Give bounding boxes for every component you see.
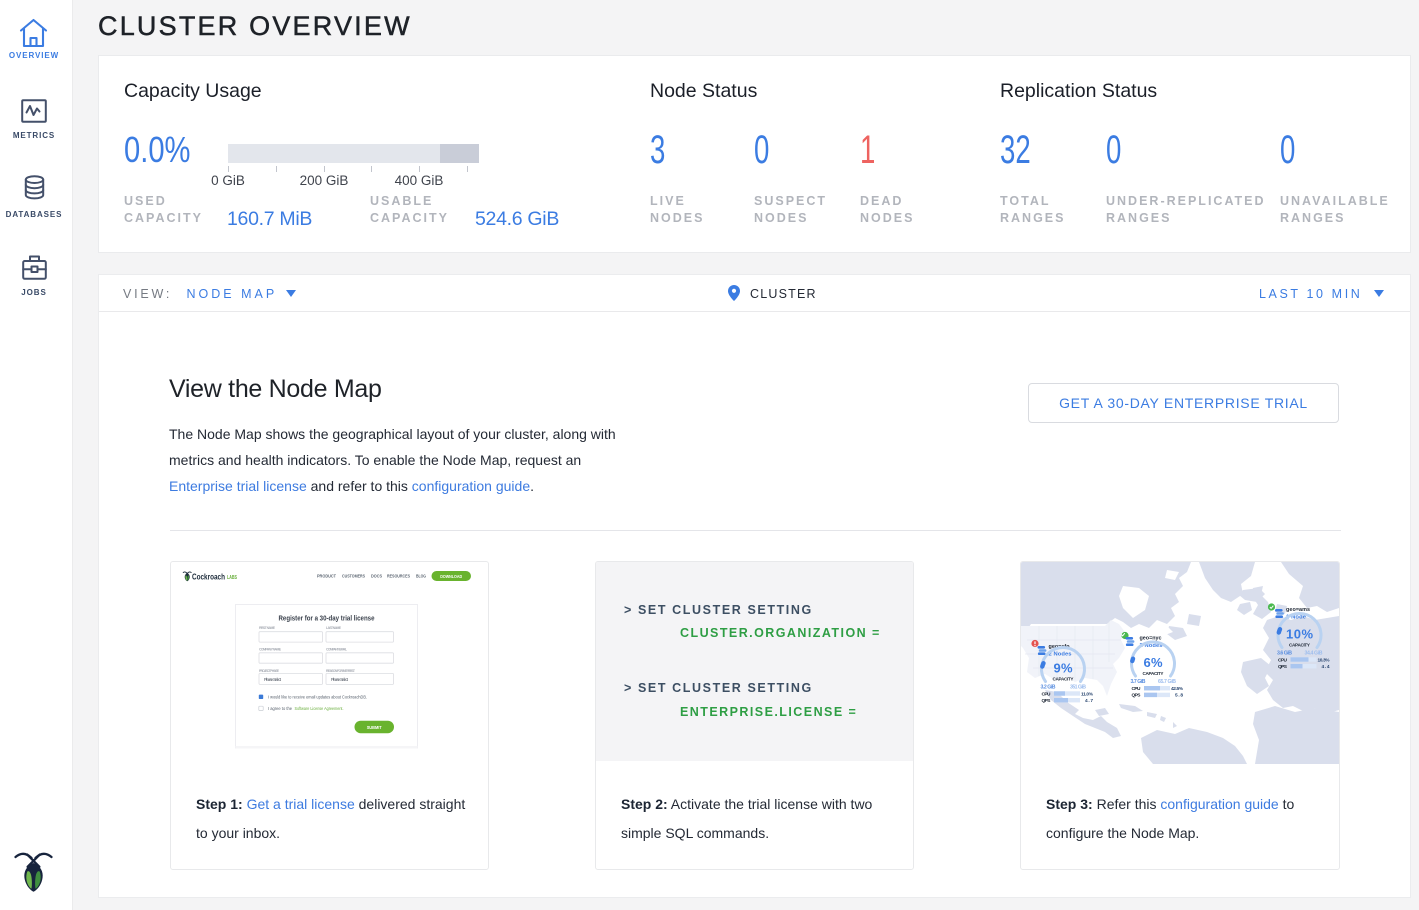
- svg-text:2 Nodes: 2 Nodes: [1049, 652, 1072, 658]
- svg-text:6%: 6%: [1144, 655, 1163, 670]
- svg-text:Software License Agreement.: Software License Agreement.: [295, 706, 344, 711]
- svg-text:3.6 GiB: 3.6 GiB: [1277, 651, 1292, 657]
- svg-text:5.8: 5.8: [1175, 693, 1183, 699]
- svg-text:COMPANY NAME: COMPANY NAME: [259, 647, 282, 651]
- svg-text:351 GiB: 351 GiB: [1070, 685, 1086, 691]
- svg-text:QPS: QPS: [1132, 693, 1142, 699]
- svg-text:BLOG: BLOG: [416, 574, 426, 579]
- svg-text:CPU: CPU: [1132, 686, 1142, 692]
- svg-text:RESOURCES: RESOURCES: [387, 574, 410, 579]
- svg-text:CUSTOMERS: CUSTOMERS: [342, 574, 365, 579]
- svg-text:QPS: QPS: [1278, 664, 1288, 670]
- svg-text:COMPANY EMAIL: COMPANY EMAIL: [326, 647, 347, 651]
- svg-text:CAPACITY: CAPACITY: [1289, 643, 1310, 648]
- svg-text:Cockroach: Cockroach: [192, 572, 225, 581]
- svg-text:10.3%: 10.3%: [1318, 657, 1331, 663]
- svg-text:Please Select: Please Select: [331, 677, 349, 682]
- svg-text:CPU: CPU: [1278, 657, 1288, 663]
- svg-text:CAPACITY: CAPACITY: [1143, 671, 1164, 676]
- svg-text:QPS: QPS: [1042, 698, 1052, 704]
- svg-text:REASON FOR INTEREST: REASON FOR INTEREST: [326, 669, 356, 673]
- svg-text:CAPACITY: CAPACITY: [1053, 677, 1074, 682]
- svg-text:Please Select: Please Select: [264, 677, 282, 682]
- svg-text:11.0%: 11.0%: [1081, 691, 1094, 697]
- svg-text:4.4: 4.4: [1322, 664, 1330, 670]
- svg-text:LAST NAME: LAST NAME: [326, 626, 342, 630]
- svg-text:9%: 9%: [1054, 661, 1073, 676]
- svg-text:CPU: CPU: [1042, 691, 1052, 697]
- svg-text:Register for a 30-day trial li: Register for a 30-day trial license: [279, 614, 375, 623]
- svg-text:FIRST NAME: FIRST NAME: [259, 626, 276, 630]
- svg-text:10%: 10%: [1286, 627, 1313, 642]
- svg-text:34.4 GiB: 34.4 GiB: [1305, 651, 1323, 657]
- svg-text:4.7: 4.7: [1085, 698, 1093, 704]
- svg-text:3.7 GiB: 3.7 GiB: [1131, 679, 1146, 685]
- svg-text:DOCS: DOCS: [371, 574, 382, 579]
- svg-text:65.7 GiB: 65.7 GiB: [1158, 679, 1176, 685]
- svg-text:PRODUCT: PRODUCT: [317, 574, 336, 579]
- svg-text:DOWNLOAD: DOWNLOAD: [440, 574, 462, 579]
- svg-text:SUBMIT: SUBMIT: [367, 725, 382, 730]
- svg-text:3.2 GiB: 3.2 GiB: [1041, 685, 1056, 691]
- svg-text:PROJECT PHASE: PROJECT PHASE: [259, 669, 280, 673]
- svg-text:I agree to the: I agree to the: [268, 706, 293, 711]
- svg-text:42.5%: 42.5%: [1171, 686, 1184, 692]
- svg-text:LABS: LABS: [227, 575, 237, 581]
- svg-text:I would like to receive email: I would like to receive email updates ab…: [268, 695, 367, 700]
